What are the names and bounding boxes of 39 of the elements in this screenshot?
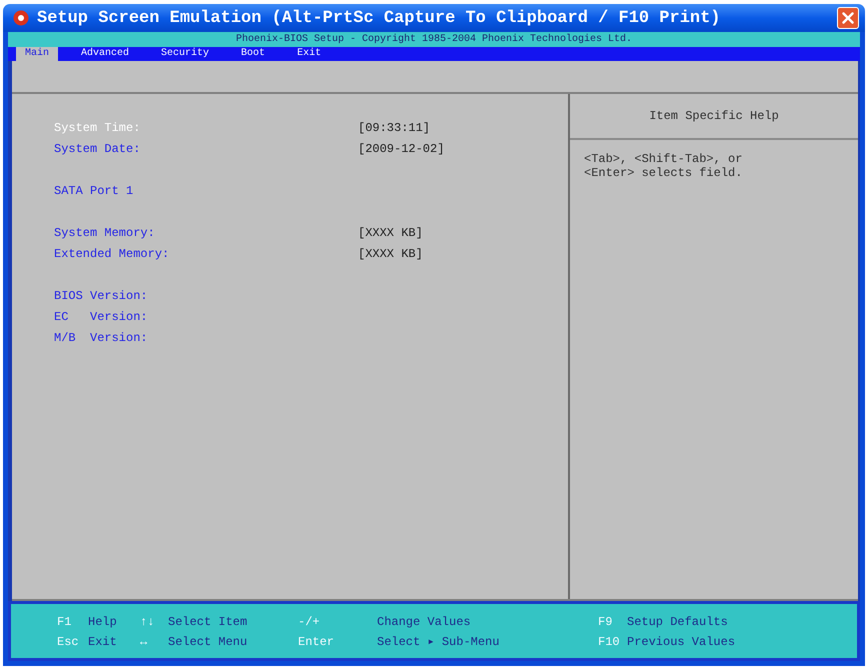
- key-action: Select Menu: [168, 634, 248, 651]
- setting-value: [XXXX KB]: [358, 246, 423, 262]
- setting-label[interactable]: SATA Port 1: [54, 182, 358, 200]
- menu-tab[interactable]: Main: [16, 47, 58, 61]
- key-name: F9: [598, 614, 612, 631]
- setting-label[interactable]: M/B Version:: [54, 328, 358, 346]
- key-action: Setup Defaults: [627, 614, 728, 631]
- setting-label[interactable]: Extended Memory:: [54, 244, 358, 262]
- setting-label[interactable]: System Memory:: [54, 224, 358, 242]
- setting-label[interactable]: EC Version:: [54, 308, 358, 326]
- key-name: ↑↓: [140, 614, 154, 631]
- key-action: Previous Values: [627, 634, 736, 651]
- key-action: Change Values: [377, 614, 471, 631]
- key-name: Enter: [298, 634, 334, 651]
- menu-tab[interactable]: Exit: [288, 47, 330, 61]
- window-title: Setup Screen Emulation (Alt-PrtSc Capture To Clipboard / F10 Print): [37, 10, 721, 26]
- setting-label[interactable]: System Date:: [54, 140, 358, 158]
- menu-tab[interactable]: Security: [152, 47, 218, 61]
- key-action: Help: [88, 614, 117, 631]
- setting-value: [2009-12-02]: [358, 140, 444, 158]
- key-name: ↔: [140, 634, 148, 651]
- copyright-banner: Phoenix-BIOS Setup - Copyright 1985-2004 Phoenix Technologies Ltd.: [8, 32, 860, 47]
- key-action: Select Item: [168, 614, 248, 631]
- key-action: Select ▸ Sub-Menu: [377, 634, 500, 651]
- help-text: <Tab>, <Shift-Tab>, or <Enter> selects field.: [584, 152, 744, 180]
- menu-tab[interactable]: Boot: [232, 47, 274, 61]
- key-action: Exit: [88, 634, 117, 651]
- help-title: Item Specific Help: [649, 108, 779, 125]
- menu-tab[interactable]: Advanced: [72, 47, 138, 61]
- disc-icon: [13, 10, 29, 26]
- key-name: F10: [598, 634, 620, 651]
- setting-value: [XXXX KB]: [358, 224, 423, 242]
- close-button[interactable]: [837, 7, 859, 29]
- setting-label[interactable]: BIOS Version:: [54, 286, 358, 304]
- key-name: F1: [57, 614, 72, 631]
- close-icon: [842, 12, 854, 24]
- key-name: -/+: [298, 614, 320, 631]
- setting-value: [09:33:11]: [358, 120, 430, 136]
- key-name: Esc: [57, 634, 79, 651]
